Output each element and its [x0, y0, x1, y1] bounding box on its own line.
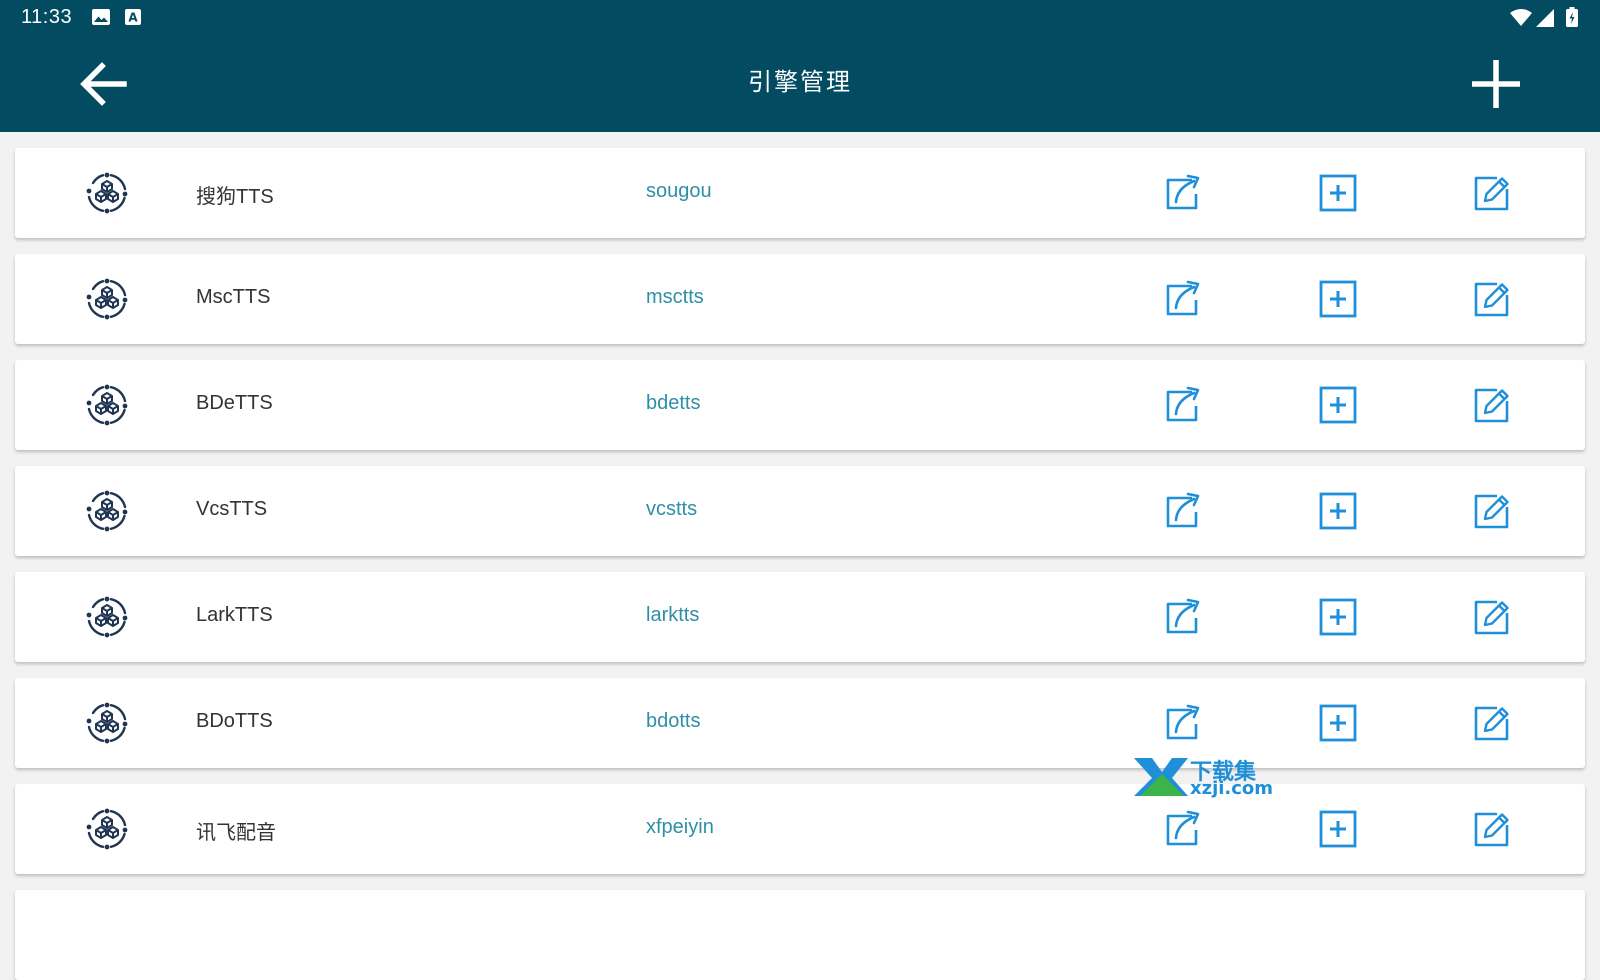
add-button[interactable] — [1317, 808, 1359, 850]
share-button[interactable] — [1162, 172, 1204, 214]
engine-id: sougou — [646, 180, 712, 202]
engine-name: 讯飞配音 — [196, 822, 276, 844]
a-badge-icon: A — [125, 9, 141, 25]
share-icon — [1162, 598, 1204, 642]
engine-name: BDoTTS — [196, 710, 273, 732]
edit-button[interactable] — [1471, 172, 1513, 214]
edit-icon — [1471, 282, 1513, 324]
edit-button[interactable] — [1471, 490, 1513, 532]
engine-cubes-icon — [84, 806, 130, 852]
page-title: 引擎管理 — [748, 68, 852, 96]
engine-row[interactable]: 搜狗TTS sougou — [15, 148, 1585, 238]
status-bar: 11:33 A — [0, 0, 1600, 36]
edit-icon — [1471, 388, 1513, 430]
plus-box-icon — [1317, 704, 1359, 748]
plus-box-icon — [1317, 280, 1359, 324]
edit-button[interactable] — [1471, 278, 1513, 320]
share-icon — [1162, 174, 1204, 218]
engine-id: msctts — [646, 286, 704, 308]
share-icon — [1162, 492, 1204, 536]
engine-id: xfpeiyin — [646, 816, 714, 838]
add-engine-button[interactable] — [1466, 56, 1526, 112]
engine-id: vcstts — [646, 498, 698, 520]
edit-button[interactable] — [1471, 384, 1513, 426]
engine-cubes-icon — [84, 594, 130, 640]
engine-row[interactable]: BDeTTS bdetts — [15, 360, 1585, 450]
share-button[interactable] — [1162, 490, 1204, 532]
share-icon — [1162, 810, 1204, 854]
add-button[interactable] — [1317, 490, 1359, 532]
edit-icon — [1471, 176, 1513, 218]
share-button[interactable] — [1162, 596, 1204, 638]
engine-cubes-icon — [84, 170, 130, 216]
share-icon — [1162, 280, 1204, 324]
plus-icon — [1472, 60, 1520, 108]
edit-button[interactable] — [1471, 702, 1513, 744]
engine-name: MscTTS — [196, 286, 271, 308]
svg-text:A: A — [128, 11, 138, 25]
signal-icon — [1536, 9, 1554, 27]
engine-cubes-icon — [84, 488, 130, 534]
engine-id: bdotts — [646, 710, 701, 732]
engine-name: VcsTTS — [196, 498, 268, 520]
engine-cubes-icon — [84, 700, 130, 746]
engine-cubes-icon — [84, 382, 130, 428]
engine-row[interactable]: LarkTTS larktts — [15, 572, 1585, 662]
edit-button[interactable] — [1471, 596, 1513, 638]
share-icon — [1162, 704, 1204, 748]
wifi-icon — [1510, 9, 1532, 26]
engine-id: larktts — [646, 604, 700, 626]
engine-row[interactable]: BDoTTS bdotts — [15, 678, 1585, 768]
app-bar: 11:33 A 引擎管理 — [0, 0, 1600, 132]
add-button[interactable] — [1317, 384, 1359, 426]
share-button[interactable] — [1162, 384, 1204, 426]
edit-icon — [1471, 600, 1513, 642]
engine-row[interactable]: VcsTTS vcstts — [15, 466, 1585, 556]
engine-cubes-icon — [84, 276, 130, 322]
plus-box-icon — [1317, 810, 1359, 854]
share-button[interactable] — [1162, 808, 1204, 850]
engine-name: 搜狗TTS — [196, 186, 274, 208]
plus-box-icon — [1317, 492, 1359, 536]
engine-row[interactable]: MscTTS msctts — [15, 254, 1585, 344]
engine-id: bdetts — [646, 392, 701, 414]
add-button[interactable] — [1317, 172, 1359, 214]
plus-box-icon — [1317, 386, 1359, 430]
edit-icon — [1471, 494, 1513, 536]
share-button[interactable] — [1162, 278, 1204, 320]
edit-icon — [1471, 812, 1513, 854]
edit-button[interactable] — [1471, 808, 1513, 850]
engine-name: LarkTTS — [196, 604, 273, 626]
edit-icon — [1471, 706, 1513, 748]
battery-icon — [1566, 7, 1578, 27]
add-button[interactable] — [1317, 278, 1359, 320]
share-icon — [1162, 386, 1204, 430]
engine-name: BDeTTS — [196, 392, 273, 414]
add-button[interactable] — [1317, 596, 1359, 638]
plus-box-icon — [1317, 174, 1359, 218]
image-icon — [92, 9, 110, 25]
engine-row[interactable]: 讯飞配音 xfpeiyin — [15, 784, 1585, 874]
add-button[interactable] — [1317, 702, 1359, 744]
engine-row-partial[interactable] — [15, 890, 1585, 980]
share-button[interactable] — [1162, 702, 1204, 744]
status-time: 11:33 — [21, 6, 73, 28]
plus-box-icon — [1317, 598, 1359, 642]
